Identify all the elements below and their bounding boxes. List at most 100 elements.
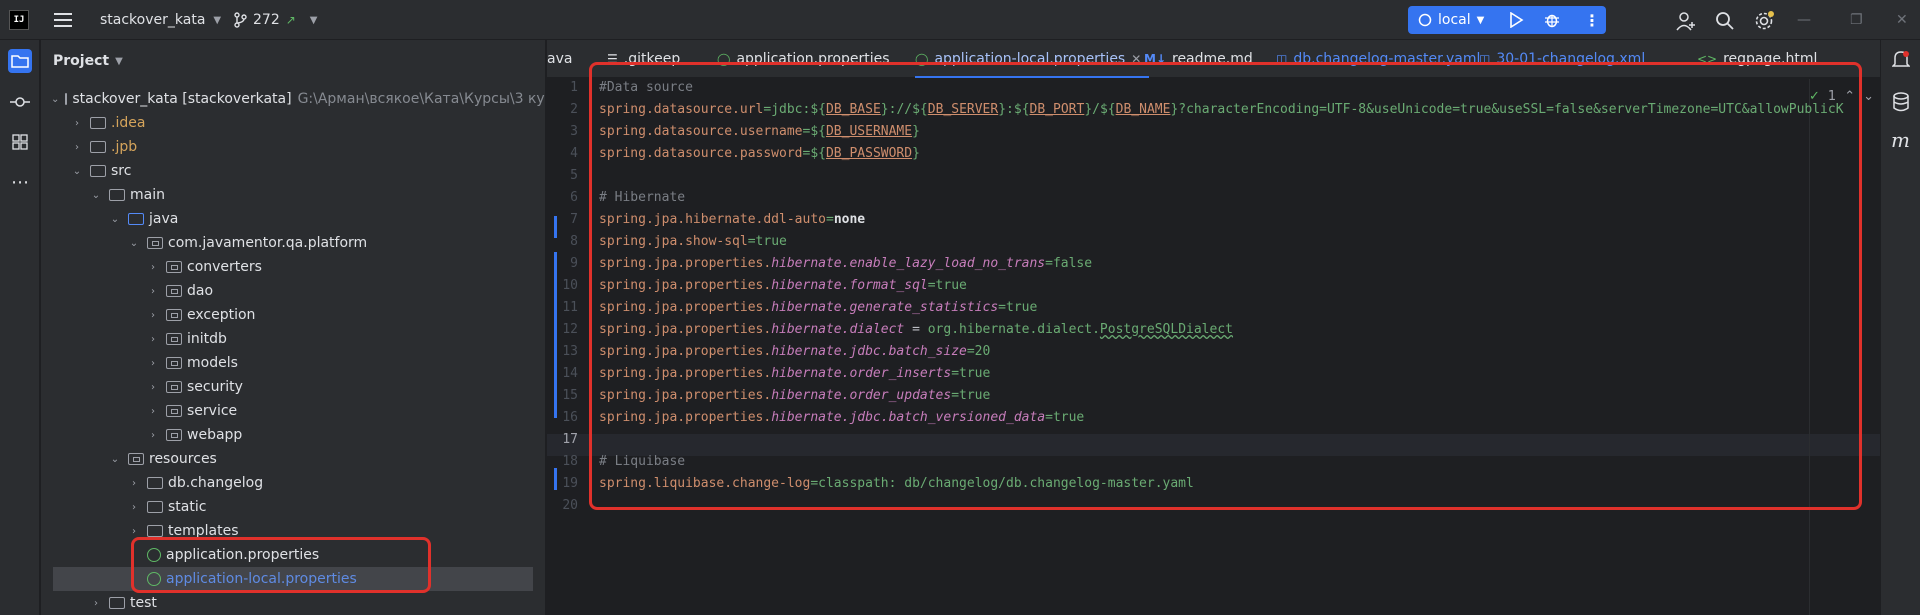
tree-item-service[interactable]: › service [41,399,545,423]
right-tool-strip: m [1880,40,1920,615]
tree-item-label: java [149,211,179,227]
tree-item-resources[interactable]: ⌄ resources [41,447,545,471]
tree-item-db-changelog[interactable]: › db.changelog [41,471,545,495]
line-number: 13 [562,344,578,359]
structure-tool-button[interactable] [8,130,32,154]
tree-item-java[interactable]: ⌄ java [41,207,545,231]
tree-item-label: .idea [111,115,146,131]
line-number: 8 [570,234,578,249]
project-tool-button[interactable] [8,49,32,73]
database-button[interactable] [1892,92,1910,116]
bell-icon [1891,51,1911,67]
gear-icon [1755,11,1774,30]
chevron-down-icon: ⌄ [91,189,101,201]
tree-root[interactable]: ⌄ stackover_kata [stackoverkata] G:\Арма… [41,87,545,111]
tree-item-package[interactable]: ⌄ com.javamentor.qa.platform [41,231,545,255]
more-vertical-icon: ⋮ [1584,10,1600,30]
tree-item-label: main [130,187,165,203]
chevron-right-icon: › [75,141,79,153]
tree-item-webapp[interactable]: › webapp [41,423,545,447]
tree-item-label: service [187,403,238,419]
tree-item-initdb[interactable]: › initdb [41,327,545,351]
annotation-highlight-code [589,62,1862,510]
restore-icon[interactable]: ❐ [1850,12,1863,28]
tree-item-label: exception [187,307,256,323]
tree-item-idea[interactable]: › .idea [41,111,545,135]
tab-label: ava [547,51,573,67]
left-tool-strip: ⋯ [0,40,40,615]
chevron-right-icon: › [151,333,155,345]
tree-item-label: db.changelog [168,475,264,491]
settings-button[interactable] [1753,10,1775,32]
folder-icon [90,165,106,177]
tree-item-label: resources [149,451,217,467]
project-selector[interactable]: stackover_kata ▼ [100,0,221,40]
tab-java-file[interactable]: ava [547,40,572,78]
line-number: 11 [562,300,578,315]
tree-item-test[interactable]: › test [41,591,545,615]
code-editor[interactable]: ✓ 1 ⌃ ⌄ 1 2 3 4 5 6 7 8 9 10 11 12 13 14… [547,62,1880,615]
play-icon [1510,12,1524,28]
folder-icon [90,117,106,129]
add-user-button[interactable] [1675,10,1697,32]
line-number: 2 [570,102,578,117]
vcs-branch-widget[interactable]: 272 ↗ ▼ [233,0,318,40]
tree-item-main[interactable]: ⌄ main [41,183,545,207]
chevron-right-icon: › [151,285,155,297]
close-window-icon[interactable]: ✕ [1896,12,1908,28]
package-icon [166,261,182,273]
tree-item-label: src [111,163,132,179]
line-number: 4 [570,146,578,161]
tree-item-label: com.javamentor.qa.platform [168,235,368,251]
chevron-down-icon: ▼ [1476,14,1485,26]
tree-item-label: dao [187,283,214,299]
folder-icon [147,477,163,489]
tree-item-converters[interactable]: › converters [41,255,545,279]
folder-icon [147,525,163,537]
main-menu-icon[interactable] [54,0,72,40]
debug-button[interactable] [1544,6,1560,34]
commit-tool-button[interactable] [8,90,32,114]
project-panel-header[interactable]: Project ▼ [53,53,123,69]
chevron-right-icon: › [94,597,98,609]
search-button[interactable] [1714,10,1736,32]
chevron-down-icon: ▼ [309,14,318,26]
minimize-icon[interactable]: — [1797,12,1811,28]
chevron-down-icon: ▼ [115,55,123,67]
chevron-right-icon: › [151,429,155,441]
line-number: 9 [570,256,578,271]
more-tools-icon[interactable]: ⋯ [8,170,32,194]
project-name: stackover_kata [100,12,206,28]
maven-icon[interactable]: m [1891,128,1910,152]
project-panel: Project ▼ ⌄ stackover_kata [stackoverkat… [41,40,546,615]
app-logo[interactable]: IJ [9,10,29,30]
tree-item-label: security [187,379,243,395]
branch-icon [234,12,247,28]
line-number: 3 [570,124,578,139]
tree-item-static[interactable]: › static [41,495,545,519]
package-icon [166,405,182,417]
package-icon [166,285,182,297]
line-number: 16 [562,410,578,425]
notifications-button[interactable] [1891,50,1911,74]
tree-item-exception[interactable]: › exception [41,303,545,327]
search-icon [1716,12,1734,30]
line-number: 12 [562,322,578,337]
run-config-selector[interactable]: local ▼ [1418,6,1484,34]
run-button[interactable] [1508,6,1524,34]
tree-item-security[interactable]: › security [41,375,545,399]
tree-item-src[interactable]: ⌄ src [41,159,545,183]
chevron-right-icon: › [132,501,136,513]
more-actions-button[interactable]: ⋮ [1584,6,1600,34]
source-folder-icon [128,213,144,225]
tree-item-models[interactable]: › models [41,351,545,375]
folder-icon [109,189,125,201]
line-number: 14 [562,366,578,381]
chevron-right-icon: › [151,261,155,273]
tree-item-jpb[interactable]: › .jpb [41,135,545,159]
line-number: 15 [562,388,578,403]
tree-item-dao[interactable]: › dao [41,279,545,303]
folder-icon [11,55,29,68]
line-number: 6 [570,190,578,205]
chevron-down-icon: ⌄ [51,93,60,105]
